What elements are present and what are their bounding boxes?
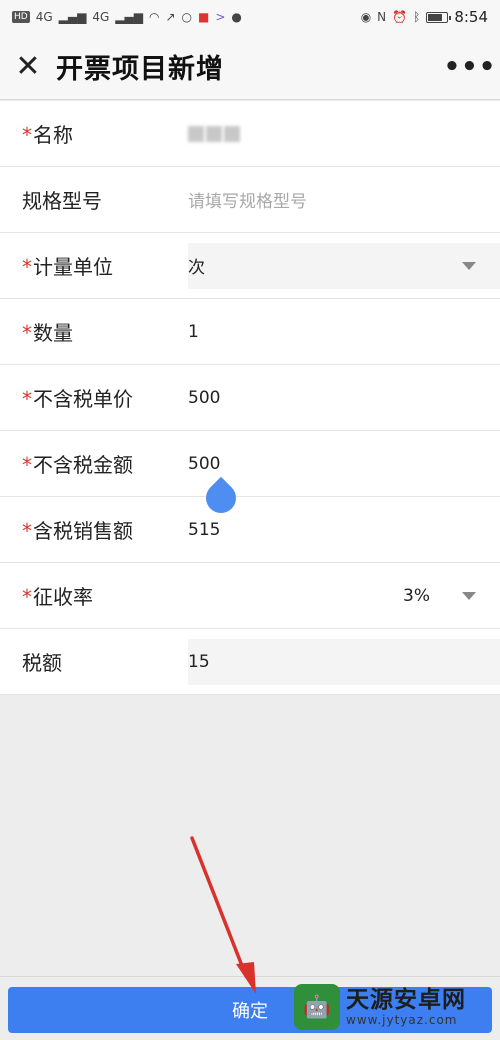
status-right-icons: ◉ N ⏰ ᛒ 8:54 bbox=[361, 8, 488, 26]
amount-excl-tax-label: *不含税金额 bbox=[22, 453, 133, 477]
more-icon: ••• bbox=[443, 51, 497, 82]
status-time: 8:54 bbox=[454, 8, 488, 26]
4g-icon: 4G bbox=[35, 10, 53, 24]
unit-label: *计量单位 bbox=[22, 255, 113, 279]
status-bar: HD 4G ▂▄▆ 4G ▂▄▆ ◠ ↗ ○ ■ > ● ◉ N ⏰ ᛒ 8:5… bbox=[0, 0, 500, 34]
app-icon: ■ bbox=[197, 10, 210, 24]
row-amount-excl-tax: *不含税金额 500 bbox=[0, 431, 500, 497]
name-label: *名称 bbox=[22, 123, 73, 147]
name-value-blurred bbox=[188, 125, 240, 142]
tax-rate-label: *征收率 bbox=[22, 585, 93, 609]
bluetooth-icon: ᛒ bbox=[413, 10, 421, 24]
quantity-input[interactable]: 1 bbox=[166, 299, 500, 364]
hd-icon: HD bbox=[12, 11, 30, 23]
row-amount-incl-tax: *含税销售额 515 bbox=[0, 497, 500, 563]
row-name: *名称 bbox=[0, 101, 500, 167]
watermark-url: www.jytyaz.com bbox=[346, 1013, 458, 1027]
tax-rate-select[interactable]: 3% bbox=[166, 563, 500, 628]
price-excl-tax-label: *不含税单价 bbox=[22, 387, 133, 411]
row-unit: *计量单位 次 bbox=[0, 233, 500, 299]
watermark-title: 天源安卓网 bbox=[346, 987, 466, 1013]
quantity-label: *数量 bbox=[22, 321, 73, 345]
missed-call-icon: ↗ bbox=[165, 10, 176, 24]
amount-incl-tax-label: *含税销售额 bbox=[22, 519, 133, 543]
app-icon-2: ● bbox=[231, 10, 242, 24]
unit-select[interactable]: 次 bbox=[188, 242, 500, 289]
page-title: 开票项目新增 bbox=[56, 54, 224, 85]
row-price-excl-tax: *不含税单价 500 bbox=[0, 365, 500, 431]
price-excl-tax-input[interactable]: 500 bbox=[166, 365, 500, 430]
header: ✕ 开票项目新增 ••• bbox=[0, 34, 500, 100]
row-tax-amount: 税额 15 bbox=[0, 629, 500, 695]
spec-input[interactable]: 请填写规格型号 bbox=[166, 167, 500, 232]
close-button[interactable]: ✕ bbox=[0, 34, 56, 100]
required-mark: * bbox=[22, 123, 32, 147]
eye-icon: ◉ bbox=[360, 10, 372, 24]
more-button[interactable]: ••• bbox=[440, 34, 500, 100]
search-icon: ○ bbox=[181, 10, 192, 24]
row-spec: 规格型号 请填写规格型号 bbox=[0, 167, 500, 233]
close-icon: ✕ bbox=[15, 49, 41, 84]
chevron-down-icon bbox=[462, 591, 476, 600]
row-tax-rate: *征收率 3% bbox=[0, 563, 500, 629]
status-left-icons: HD 4G ▂▄▆ 4G ▂▄▆ ◠ ↗ ○ ■ > ● bbox=[12, 10, 242, 24]
4g-icon-2: 4G bbox=[92, 10, 110, 24]
unit-value: 次 bbox=[188, 258, 205, 278]
nfc-icon: N bbox=[377, 10, 387, 24]
spec-label: 规格型号 bbox=[22, 189, 102, 213]
alarm-icon: ⏰ bbox=[392, 10, 408, 24]
invoice-item-form: *名称 规格型号 请填写规格型号 *计量单位 次 *数量 1 *不含税单价 50… bbox=[0, 101, 500, 695]
watermark: 🤖 天源安卓网 www.jytyaz.com bbox=[294, 983, 494, 1031]
signal-icon-2: ▂▄▆ bbox=[115, 10, 143, 24]
android-logo-icon: 🤖 bbox=[294, 984, 340, 1030]
tax-amount-label: 税额 bbox=[22, 651, 62, 675]
name-input[interactable] bbox=[166, 101, 500, 166]
tax-rate-value: 3% bbox=[403, 585, 430, 606]
chevron-down-icon bbox=[462, 261, 476, 270]
arrow-app-icon: > bbox=[215, 10, 226, 24]
wifi-icon: ◠ bbox=[148, 10, 160, 24]
signal-icon: ▂▄▆ bbox=[58, 10, 87, 24]
tax-amount-value: 15 bbox=[188, 638, 500, 685]
battery-icon bbox=[426, 11, 452, 23]
row-quantity: *数量 1 bbox=[0, 299, 500, 365]
